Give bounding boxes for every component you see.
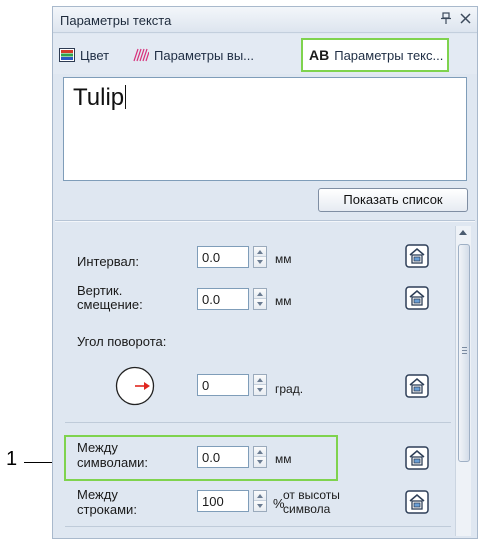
char-spacing-default-button[interactable] <box>405 446 429 470</box>
spin-up-icon[interactable] <box>254 375 266 385</box>
stitch-pattern-icon <box>133 48 150 62</box>
vertical-offset-unit: мм <box>275 294 292 308</box>
vertical-offset-label-line1: Вертик. <box>77 283 123 298</box>
spin-down-icon[interactable] <box>254 299 266 309</box>
line-spacing-default-button[interactable] <box>405 490 429 514</box>
house-icon <box>405 244 429 268</box>
line-spacing-unit-line2: символа <box>283 502 331 516</box>
vertical-offset-spinner[interactable] <box>253 288 267 310</box>
show-list-button[interactable]: Показать список <box>318 188 468 212</box>
interval-input[interactable]: 0.0 <box>197 246 249 268</box>
settings-divider <box>65 422 451 423</box>
house-icon <box>405 490 429 514</box>
panel-title: Параметры текста <box>60 13 172 28</box>
tab-color-label: Цвет <box>80 47 110 63</box>
vertical-offset-default-button[interactable] <box>405 286 429 310</box>
tab-stitch-params[interactable]: Параметры вы... <box>133 42 254 68</box>
spin-up-icon[interactable] <box>254 447 266 457</box>
interval-label: Интервал: <box>77 254 139 269</box>
char-spacing-spinner[interactable] <box>253 446 267 468</box>
text-parameters-panel: Параметры текста Цвет Параметры вы... AB… <box>52 6 478 539</box>
tab-stitch-params-label: Параметры вы... <box>154 47 254 63</box>
line-spacing-label-line2: строками: <box>77 502 137 517</box>
pin-icon[interactable] <box>441 12 451 28</box>
line-spacing-input[interactable]: 100 <box>197 490 249 512</box>
spin-up-icon[interactable] <box>254 289 266 299</box>
spin-down-icon[interactable] <box>254 385 266 395</box>
rotation-dial[interactable] <box>115 366 155 406</box>
house-icon <box>405 446 429 470</box>
char-spacing-label-line1: Между <box>77 440 118 455</box>
char-spacing-input[interactable]: 0.0 <box>197 446 249 468</box>
rotation-unit: град. <box>275 382 304 396</box>
spin-down-icon[interactable] <box>254 457 266 467</box>
rotation-spinner[interactable] <box>253 374 267 396</box>
settings-divider-bottom <box>65 526 451 527</box>
ab-text-icon: AB <box>309 47 330 63</box>
line-spacing-unit-line1: от высоты <box>283 488 340 502</box>
rotation-label: Угол поворота: <box>77 334 167 349</box>
spin-down-icon[interactable] <box>254 501 266 511</box>
settings-scroll-area: Интервал: 0.0 мм Вертик. смещение: 0.0 м… <box>61 226 471 536</box>
rotation-input[interactable]: 0 <box>197 374 249 396</box>
color-swatch-icon <box>59 48 75 62</box>
panel-tabs: Цвет Параметры вы... AB Параметры текс..… <box>53 34 477 74</box>
line-spacing-label-line1: Между <box>77 487 118 502</box>
rotation-default-button[interactable] <box>405 374 429 398</box>
spin-down-icon[interactable] <box>254 257 266 267</box>
panel-titlebar: Параметры текста <box>53 7 477 33</box>
tab-text-params-label: Параметры текс... <box>334 47 444 63</box>
tab-color[interactable]: Цвет <box>59 42 109 68</box>
text-input[interactable]: Tulip <box>63 77 467 181</box>
close-icon[interactable] <box>460 12 471 27</box>
grip-icon <box>462 347 467 354</box>
text-caret <box>125 85 127 109</box>
scroll-up-icon[interactable] <box>459 230 467 235</box>
section-separator <box>55 220 475 222</box>
char-spacing-unit: мм <box>275 452 292 466</box>
scrollbar-thumb[interactable] <box>458 244 470 462</box>
tab-text-params[interactable]: AB Параметры текс... <box>301 38 450 72</box>
spin-up-icon[interactable] <box>254 491 266 501</box>
char-spacing-label-line2: символами: <box>77 455 149 470</box>
interval-default-button[interactable] <box>405 244 429 268</box>
interval-unit: мм <box>275 252 292 266</box>
vertical-offset-label-line2: смещение: <box>77 297 143 312</box>
line-spacing-spinner[interactable] <box>253 490 267 512</box>
text-input-value: Tulip <box>73 84 125 111</box>
spin-up-icon[interactable] <box>254 247 266 257</box>
callout-number: 1 <box>6 448 18 470</box>
interval-spinner[interactable] <box>253 246 267 268</box>
house-icon <box>405 286 429 310</box>
vertical-scrollbar[interactable] <box>455 226 471 536</box>
house-icon <box>405 374 429 398</box>
vertical-offset-input[interactable]: 0.0 <box>197 288 249 310</box>
